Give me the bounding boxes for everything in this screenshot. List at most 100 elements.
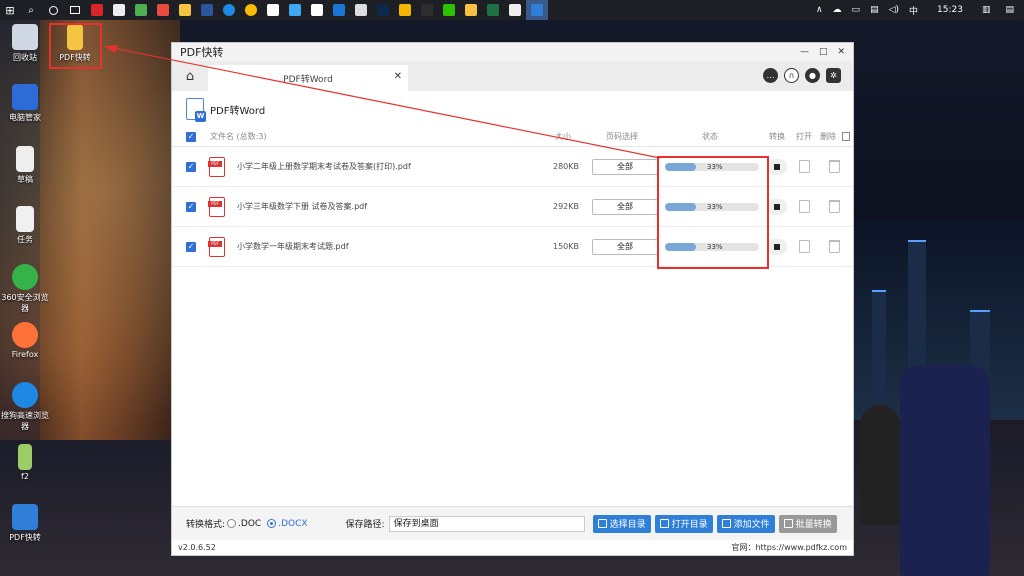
headset-icon[interactable]: ∩ — [784, 68, 799, 83]
app-icon[interactable] — [306, 0, 328, 20]
app-icon[interactable] — [350, 0, 372, 20]
minimize-button[interactable]: — — [800, 47, 809, 57]
photoshop-icon[interactable] — [372, 0, 394, 20]
delete-icon[interactable] — [829, 240, 840, 253]
file-name: 小学数学一年级期末考试题.pdf — [237, 241, 349, 252]
app-icon[interactable] — [152, 0, 174, 20]
app-icon[interactable] — [130, 0, 152, 20]
chat-icon[interactable]: … — [763, 68, 778, 83]
tab-bar: ⌂ PDF转Word ✕ … ∩ ● ✲ — [172, 61, 853, 91]
desktop-icon-pdf-kuaizhuan[interactable]: PDF快转 — [0, 504, 50, 543]
format-label: 转换格式: — [186, 517, 225, 530]
file-name: 小学三年级数学下册 试卷及答案.pdf — [237, 201, 367, 212]
open-dir-button[interactable]: 打开目录 — [655, 515, 713, 533]
windows-start-icon[interactable]: ⊞ — [0, 0, 20, 20]
home-button[interactable]: ⌂ — [172, 61, 208, 91]
status-bar: v2.0.6.52 官网：https://www.pdfkz.com — [172, 540, 853, 555]
open-file-icon[interactable] — [799, 200, 810, 213]
app-icon[interactable] — [174, 0, 196, 20]
stop-button[interactable] — [767, 159, 787, 175]
user-icon[interactable]: ● — [805, 68, 820, 83]
network-icon[interactable]: ▤ — [865, 5, 884, 15]
file-size: 292KB — [547, 202, 579, 211]
desktop-icon-firefox[interactable]: Firefox — [0, 322, 50, 359]
desktop-icon-360-browser[interactable]: 360安全浏览器 — [0, 264, 50, 314]
edge-icon[interactable] — [218, 0, 240, 20]
app-icon[interactable] — [394, 0, 416, 20]
task-view-icon[interactable] — [64, 0, 86, 20]
notification-icon[interactable]: ▤ — [995, 5, 1024, 15]
stop-button[interactable] — [767, 239, 787, 255]
chrome-icon[interactable] — [240, 0, 262, 20]
save-path-label: 保存路径: — [346, 517, 385, 530]
battery-icon[interactable]: ▭ — [847, 5, 866, 15]
excel-icon[interactable] — [482, 0, 504, 20]
desktop-icon-f2[interactable]: f2 — [0, 444, 50, 481]
select-dir-button[interactable]: 选择目录 — [593, 515, 651, 533]
page-select[interactable]: 全部 — [592, 239, 658, 255]
col-delete: 删除 — [820, 131, 836, 142]
footer-bar: 转换格式: .DOC .DOCX 保存路径: 保存到桌面 选择目录 打开目录 添… — [172, 506, 853, 540]
add-file-button[interactable]: 添加文件 — [717, 515, 775, 533]
system-tray: ∧ ☁ ▭ ▤ ◁) 中 15:23 ▥ ▤ — [811, 0, 1024, 20]
open-file-icon[interactable] — [799, 240, 810, 253]
desktop-icon-task[interactable]: 任务 — [0, 206, 50, 245]
app-icon[interactable] — [416, 0, 438, 20]
batch-convert-button[interactable]: 批量转换 — [779, 515, 837, 533]
close-tab-icon[interactable]: ✕ — [394, 71, 402, 82]
app-icon[interactable] — [328, 0, 350, 20]
sogou-icon — [12, 382, 38, 408]
word-app-icon[interactable] — [196, 0, 218, 20]
stop-icon — [774, 164, 780, 170]
select-all-checkbox[interactable]: ✓ — [186, 132, 196, 142]
desktop-icon-recycle-bin[interactable]: 回收站 — [0, 24, 50, 63]
maximize-button[interactable]: □ — [819, 47, 828, 57]
wechat-icon[interactable] — [438, 0, 460, 20]
delete-icon[interactable] — [829, 160, 840, 173]
title-bar[interactable]: PDF快转 — □ ✕ — [172, 43, 853, 61]
tab-label: PDF转Word — [283, 72, 333, 85]
save-path-input[interactable]: 保存到桌面 — [389, 516, 585, 532]
radio-icon — [267, 519, 276, 528]
page-select[interactable]: 全部 — [592, 199, 658, 215]
cortana-icon[interactable] — [42, 0, 64, 20]
row-checkbox[interactable]: ✓ — [186, 162, 196, 172]
app-icon[interactable] — [504, 0, 526, 20]
desktop-icon-draft[interactable]: 草稿 — [0, 146, 50, 185]
row-checkbox[interactable]: ✓ — [186, 202, 196, 212]
open-file-icon[interactable] — [799, 160, 810, 173]
save-icon — [598, 519, 607, 528]
website-text[interactable]: 官网：https://www.pdfkz.com — [731, 542, 847, 553]
row-checkbox[interactable]: ✓ — [186, 242, 196, 252]
delete-icon[interactable] — [829, 200, 840, 213]
settings-icon[interactable]: ✲ — [826, 68, 841, 83]
app-icon[interactable] — [108, 0, 130, 20]
app-icon[interactable] — [86, 0, 108, 20]
pc-manager-icon — [12, 84, 38, 110]
format-doc-radio[interactable]: .DOC — [227, 519, 261, 529]
desktop-icon-pc-manager[interactable]: 电脑管家 — [0, 84, 50, 123]
app-icon[interactable]: ▥ — [977, 5, 996, 15]
cloud-icon[interactable]: ☁ — [828, 5, 847, 15]
stop-icon — [774, 244, 780, 250]
chevron-up-icon[interactable]: ∧ — [811, 5, 828, 15]
highlight-box — [657, 156, 769, 269]
app-icon[interactable] — [284, 0, 306, 20]
folder-icon[interactable] — [460, 0, 482, 20]
page-title: PDF转Word — [210, 102, 265, 117]
tab-pdf-to-word[interactable]: PDF转Word ✕ — [208, 65, 408, 91]
search-icon[interactable]: ⌕ — [20, 0, 42, 20]
clock[interactable]: 15:23 — [923, 5, 977, 15]
pdf-kuaizhuan-taskbar-icon[interactable] — [526, 0, 548, 20]
stop-button[interactable] — [767, 199, 787, 215]
col-convert: 转换 — [769, 131, 785, 142]
ime-indicator[interactable]: 中 — [904, 4, 923, 17]
desktop-icon-sogou[interactable]: 搜狗高速浏览器 — [0, 382, 50, 432]
volume-icon[interactable]: ◁) — [884, 5, 904, 15]
page-select[interactable]: 全部 — [592, 159, 658, 175]
app-icon[interactable] — [262, 0, 284, 20]
format-docx-radio[interactable]: .DOCX — [267, 519, 307, 529]
plus-icon — [722, 519, 731, 528]
close-window-button[interactable]: ✕ — [837, 47, 845, 57]
delete-all-icon[interactable] — [842, 132, 850, 141]
